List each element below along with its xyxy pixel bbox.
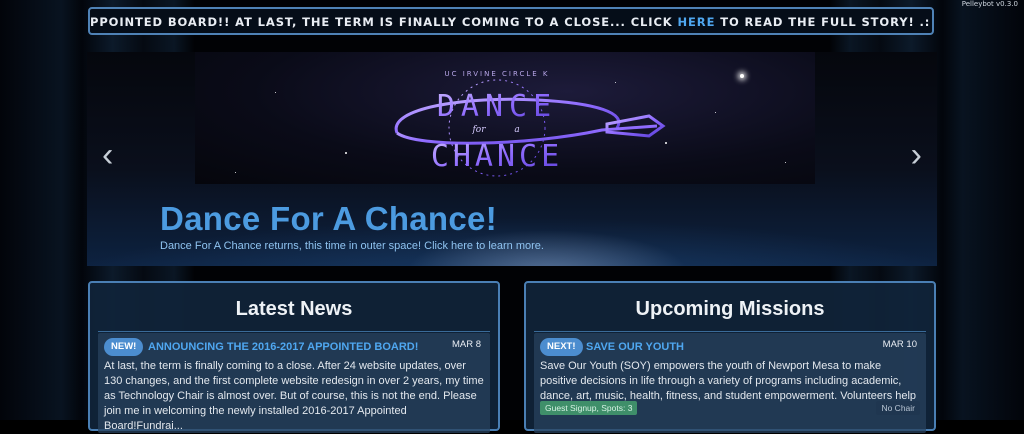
- mission-item-date: MAR 10: [882, 339, 917, 350]
- new-badge: NEW!: [104, 338, 144, 356]
- ticker-text: PPOINTED BOARD!! AT LAST, THE TERM IS FI…: [90, 15, 932, 29]
- upcoming-missions-title: Upcoming Missions: [635, 298, 825, 320]
- latest-news-panel: Latest News NEW! ANNOUNCING THE 2016-201…: [88, 281, 500, 433]
- hero-carousel[interactable]: UC IRVINE CIRCLE K DANCE for a CHANCE ‹ …: [87, 52, 937, 266]
- svg-text:UC IRVINE CIRCLE K: UC IRVINE CIRCLE K: [444, 70, 549, 78]
- chevron-left-icon[interactable]: ‹: [102, 138, 113, 172]
- guest-signup-tag: Guest Signup, Spots: 3: [540, 401, 638, 415]
- svg-text:for: for: [471, 125, 486, 135]
- svg-text:DANCE: DANCE: [437, 89, 557, 124]
- svg-text:CHANCE: CHANCE: [431, 139, 563, 174]
- no-chair-tag: No Chair: [876, 401, 920, 415]
- news-item-date: MAR 8: [451, 339, 481, 350]
- hero-subtitle[interactable]: Dance For A Chance returns, this time in…: [160, 240, 544, 252]
- news-ticker: PPOINTED BOARD!! AT LAST, THE TERM IS FI…: [88, 7, 934, 35]
- hero-title[interactable]: Dance For A Chance!: [160, 200, 497, 238]
- mission-item-title[interactable]: SAVE OUR YOUTH: [586, 341, 684, 353]
- ticker-text-after: TO READ THE FULL STORY! .: LATEST NEWS: …: [720, 15, 932, 29]
- panel-divider: [534, 331, 926, 332]
- news-item[interactable]: NEW! ANNOUNCING THE 2016-2017 APPOINTED …: [98, 333, 490, 433]
- news-item-body: At last, the term is finally coming to a…: [104, 360, 484, 432]
- ticker-here-link[interactable]: HERE: [678, 15, 716, 29]
- panel-divider: [98, 331, 490, 332]
- upcoming-missions-panel: Upcoming Missions NEXT! SAVE OUR YOUTH M…: [524, 281, 936, 433]
- mission-item[interactable]: NEXT! SAVE OUR YOUTH MAR 10 Save Our You…: [534, 333, 926, 433]
- ticker-text-before: PPOINTED BOARD!! AT LAST, THE TERM IS FI…: [90, 15, 678, 29]
- dance-for-a-chance-logo: UC IRVINE CIRCLE K DANCE for a CHANCE: [394, 70, 666, 177]
- news-item-title[interactable]: ANNOUNCING THE 2016-2017 APPOINTED BOARD…: [148, 341, 418, 353]
- next-badge: NEXT!: [540, 338, 583, 356]
- svg-text:a: a: [514, 125, 519, 135]
- latest-news-title: Latest News: [235, 298, 353, 320]
- chevron-right-icon[interactable]: ›: [911, 138, 922, 172]
- version-label: Pelleybot v0.3.0: [961, 0, 1018, 8]
